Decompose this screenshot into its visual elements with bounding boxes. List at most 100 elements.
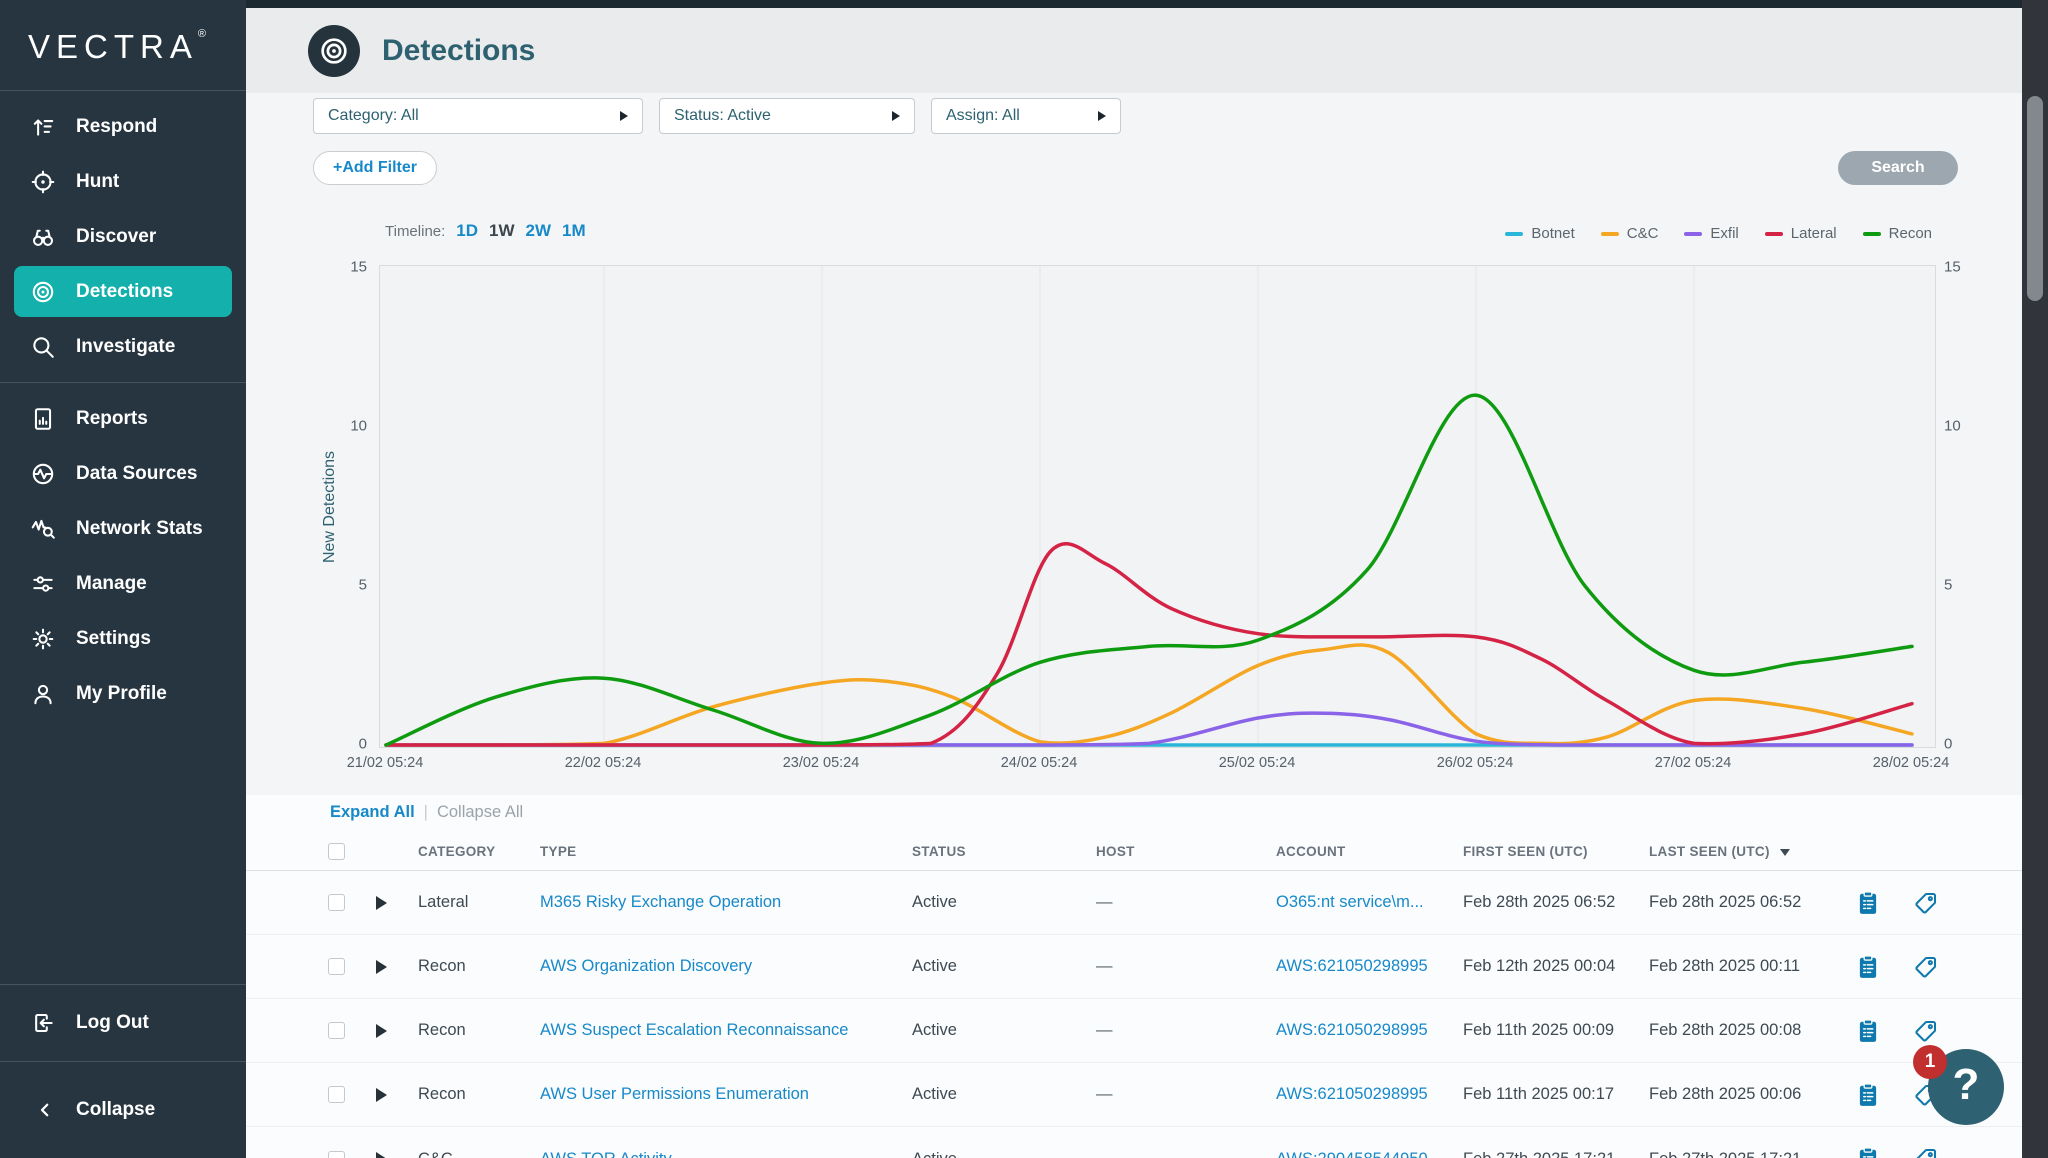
cell-first-seen: Feb 11th 2025 00:17: [1463, 1085, 1649, 1104]
row-checkbox[interactable]: [328, 958, 345, 975]
category-filter-value: Category: All: [328, 107, 419, 125]
logout-button[interactable]: Log Out: [0, 985, 246, 1061]
timeline-option-1d[interactable]: 1D: [456, 221, 478, 241]
cell-category: Recon: [418, 1021, 540, 1040]
search-button[interactable]: Search: [1838, 151, 1958, 185]
legend-item-cc[interactable]: C&C: [1601, 225, 1659, 242]
sidebar-item-settings[interactable]: Settings: [0, 611, 246, 666]
select-all-checkbox[interactable]: [328, 843, 345, 860]
expand-row-icon[interactable]: [376, 896, 387, 910]
cell-host: —: [1096, 1021, 1276, 1040]
notes-clipboard-icon[interactable]: [1855, 1018, 1881, 1044]
y-axis-title: New Detections: [321, 451, 339, 563]
legend-item-recon[interactable]: Recon: [1863, 225, 1932, 242]
cell-first-seen: Feb 27th 2025 17:21: [1463, 1150, 1649, 1158]
cell-last-seen: Feb 28th 2025 00:08: [1649, 1021, 1845, 1040]
page-header: Detections: [246, 8, 2048, 93]
status-filter-dropdown[interactable]: Status: Active: [659, 98, 915, 134]
column-header-category[interactable]: CATEGORY: [418, 844, 540, 859]
column-header-host[interactable]: HOST: [1096, 844, 1276, 859]
detection-type-link[interactable]: M365 Risky Exchange Operation: [540, 893, 912, 912]
table-header: CATEGORY TYPE STATUS HOST ACCOUNT FIRST …: [246, 833, 2048, 871]
tag-icon[interactable]: [1913, 954, 1939, 980]
row-checkbox[interactable]: [328, 1022, 345, 1039]
notes-clipboard-icon[interactable]: [1855, 890, 1881, 916]
question-mark-icon: ?: [1953, 1060, 1980, 1110]
detection-type-link[interactable]: AWS Organization Discovery: [540, 957, 912, 976]
cell-first-seen: Feb 12th 2025 00:04: [1463, 957, 1649, 976]
notification-badge: 1: [1913, 1045, 1947, 1079]
sidebar-item-discover[interactable]: Discover: [0, 209, 246, 264]
tag-icon[interactable]: [1913, 1146, 1939, 1158]
sidebar-item-label: Network Stats: [76, 518, 203, 540]
sidebar-item-respond[interactable]: Respond: [0, 99, 246, 154]
add-filter-button[interactable]: +Add Filter: [313, 151, 437, 185]
table-row: Recon AWS Suspect Escalation Reconnaissa…: [246, 999, 2048, 1063]
sidebar-item-label: Discover: [76, 226, 156, 248]
legend-item-botnet[interactable]: Botnet: [1505, 225, 1574, 242]
cc-color-chip: [1601, 232, 1619, 236]
collapse-all-button[interactable]: Collapse All: [437, 803, 523, 821]
sidebar-item-network-stats[interactable]: Network Stats: [0, 501, 246, 556]
expand-row-icon[interactable]: [376, 960, 387, 974]
row-actions: [1845, 1018, 2048, 1044]
y-tick-right: 15: [1944, 259, 1961, 276]
column-header-type[interactable]: TYPE: [540, 844, 912, 859]
cell-category: Lateral: [418, 893, 540, 912]
account-link[interactable]: AWS:621050298995: [1276, 1021, 1463, 1040]
cell-category: Recon: [418, 957, 540, 976]
row-checkbox[interactable]: [328, 1151, 345, 1158]
sidebar-item-my-profile[interactable]: My Profile: [0, 666, 246, 721]
sidebar-item-label: Manage: [76, 573, 147, 595]
row-checkbox[interactable]: [328, 1086, 345, 1103]
account-link[interactable]: AWS:621050298995: [1276, 957, 1463, 976]
scrollbar-thumb[interactable]: [2027, 96, 2043, 301]
manage-icon: [30, 571, 56, 597]
notes-clipboard-icon[interactable]: [1855, 954, 1881, 980]
sidebar-spacer: [0, 729, 246, 984]
timeline-option-1w[interactable]: 1W: [489, 221, 515, 241]
vectra-detections-page: { "sidebar": { "logo": "VECTRA", "reg_ma…: [0, 0, 2048, 1158]
logout-icon: [30, 1010, 56, 1036]
legend-item-exfil[interactable]: Exfil: [1684, 225, 1738, 242]
sidebar-item-detections[interactable]: Detections: [14, 266, 232, 317]
x-tick-label: 22/02 05:24: [565, 755, 642, 771]
notes-clipboard-icon[interactable]: [1855, 1082, 1881, 1108]
sidebar-item-data-sources[interactable]: Data Sources: [0, 446, 246, 501]
collapse-sidebar-button[interactable]: Collapse: [0, 1062, 246, 1158]
expand-row-icon[interactable]: [376, 1024, 387, 1038]
detection-type-link[interactable]: AWS TOR Activity: [540, 1150, 912, 1158]
row-checkbox[interactable]: [328, 894, 345, 911]
column-header-account[interactable]: ACCOUNT: [1276, 844, 1463, 859]
expand-row-icon[interactable]: [376, 1152, 387, 1158]
detection-type-link[interactable]: AWS User Permissions Enumeration: [540, 1085, 912, 1104]
column-header-first-seen[interactable]: FIRST SEEN (UTC): [1463, 844, 1649, 859]
timeline-option-1m[interactable]: 1M: [562, 221, 586, 241]
x-tick-label: 21/02 05:24: [347, 755, 424, 771]
sidebar-item-hunt[interactable]: Hunt: [0, 154, 246, 209]
detections-timeline-chart: Timeline: 1D 1W 2W 1M Botnet C&C Exfil L…: [246, 215, 2048, 795]
tag-icon[interactable]: [1913, 890, 1939, 916]
account-link[interactable]: AWS:290458544950: [1276, 1150, 1463, 1158]
assign-filter-value: Assign: All: [946, 107, 1020, 125]
column-header-status[interactable]: STATUS: [912, 844, 1096, 859]
sidebar-item-reports[interactable]: Reports: [0, 391, 246, 446]
sidebar-item-investigate[interactable]: Investigate: [0, 319, 246, 374]
timeline-option-2w[interactable]: 2W: [526, 221, 552, 241]
help-button[interactable]: 1 ?: [1928, 1049, 2004, 1125]
expand-all-button[interactable]: Expand All: [330, 803, 415, 821]
account-link[interactable]: O365:nt service\m...: [1276, 893, 1463, 912]
caret-right-icon: [1098, 111, 1106, 121]
detection-type-link[interactable]: AWS Suspect Escalation Reconnaissance: [540, 1021, 912, 1040]
expand-row-icon[interactable]: [376, 1088, 387, 1102]
series-line-Lateral: [386, 544, 1912, 745]
column-header-last-seen[interactable]: LAST SEEN (UTC): [1649, 844, 1845, 859]
account-link[interactable]: AWS:621050298995: [1276, 1085, 1463, 1104]
assign-filter-dropdown[interactable]: Assign: All: [931, 98, 1121, 134]
notes-clipboard-icon[interactable]: [1855, 1146, 1881, 1158]
sidebar-item-manage[interactable]: Manage: [0, 556, 246, 611]
legend-item-lateral[interactable]: Lateral: [1765, 225, 1837, 242]
category-filter-dropdown[interactable]: Category: All: [313, 98, 643, 134]
my-profile-icon: [30, 681, 56, 707]
tag-icon[interactable]: [1913, 1018, 1939, 1044]
